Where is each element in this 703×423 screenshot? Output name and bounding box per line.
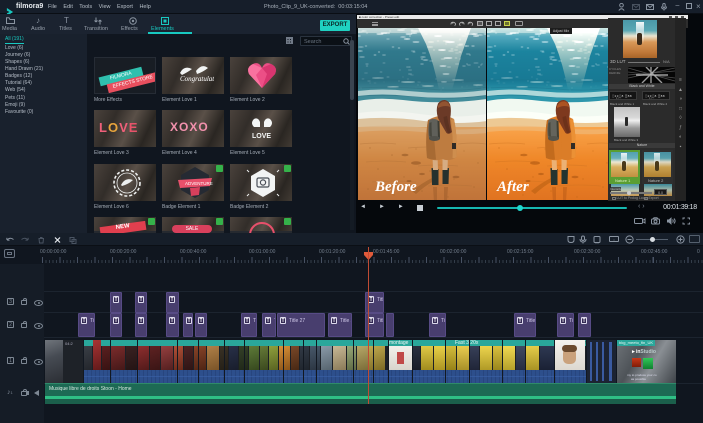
svg-text:LOVE: LOVE (252, 133, 271, 140)
svg-text:Congratulati: Congratulati (180, 75, 214, 83)
svg-text:ADVENTURE: ADVENTURE (185, 181, 213, 186)
